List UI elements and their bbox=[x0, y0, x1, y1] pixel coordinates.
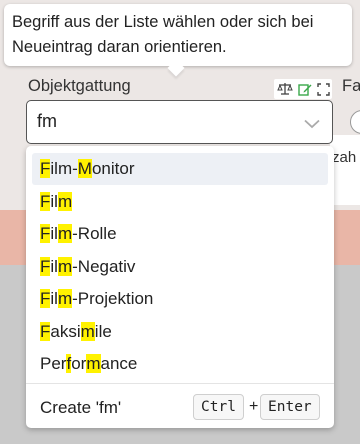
option-text: or bbox=[71, 354, 87, 373]
options-dropdown: Film-Monitor Film Film-Rolle Film-Negativ Fi… bbox=[26, 146, 334, 428]
dropdown-divider bbox=[26, 383, 334, 384]
kbd-ctrl: Ctrl bbox=[193, 394, 244, 420]
kbd-enter: Enter bbox=[260, 394, 320, 420]
option-text: ile bbox=[94, 321, 112, 341]
option-text: ilm- bbox=[50, 159, 78, 178]
field-label: Objektgattung bbox=[28, 77, 131, 95]
option-text: Per bbox=[40, 354, 67, 373]
option-item[interactable]: Film-Rolle bbox=[32, 218, 328, 250]
option-match-highlight: m bbox=[57, 191, 73, 211]
option-match-highlight: m bbox=[86, 354, 101, 373]
chevron-down-icon[interactable] bbox=[304, 116, 320, 134]
option-text: il bbox=[50, 224, 58, 243]
tooltip-text: Begriff aus der Liste wählen oder sich b… bbox=[12, 13, 314, 56]
option-text: -Rolle bbox=[72, 224, 117, 243]
option-item[interactable]: Faksimile bbox=[32, 316, 328, 348]
help-tooltip: Begriff aus der Liste wählen oder sich b… bbox=[4, 4, 352, 66]
option-item[interactable]: Film-Negativ bbox=[32, 251, 328, 283]
option-match-highlight: F bbox=[40, 191, 51, 211]
option-text: -Projektion bbox=[72, 289, 154, 308]
option-text: il bbox=[50, 191, 58, 211]
option-match-highlight: m bbox=[57, 224, 73, 243]
option-text: aksi bbox=[50, 321, 81, 341]
field-actions bbox=[274, 79, 332, 99]
option-item[interactable]: Film bbox=[32, 186, 328, 218]
option-match-highlight: m bbox=[57, 256, 73, 276]
objektgattung-select[interactable]: fm bbox=[26, 100, 333, 144]
edit-icon[interactable] bbox=[297, 82, 312, 96]
option-text: onitor bbox=[91, 159, 135, 178]
adjacent-field-label: Fa bbox=[342, 77, 360, 95]
option-match-highlight: m bbox=[57, 289, 73, 308]
kbd-plus: + bbox=[249, 398, 259, 415]
option-item[interactable]: Performance bbox=[32, 348, 328, 380]
option-text: -Negativ bbox=[72, 256, 136, 276]
option-match-highlight: F bbox=[40, 256, 51, 276]
option-text: il bbox=[50, 289, 58, 308]
option-match-highlight: F bbox=[40, 224, 51, 243]
adjacent-small-label: zah bbox=[332, 149, 357, 166]
create-option-label[interactable]: Create 'fm' bbox=[40, 398, 121, 418]
option-match-highlight: F bbox=[40, 159, 51, 178]
option-match-highlight: F bbox=[40, 321, 51, 341]
option-match-highlight: m bbox=[80, 321, 95, 341]
option-match-highlight: F bbox=[40, 289, 51, 308]
scale-icon[interactable] bbox=[276, 82, 293, 96]
option-item[interactable]: Film-Projektion bbox=[32, 283, 328, 315]
option-item[interactable]: Film-Monitor bbox=[32, 153, 328, 185]
option-text: il bbox=[50, 256, 58, 276]
option-text: ance bbox=[100, 354, 138, 373]
adjacent-panel bbox=[330, 135, 360, 205]
expand-icon[interactable] bbox=[316, 82, 330, 96]
select-input-value[interactable]: fm bbox=[37, 111, 57, 132]
option-match-highlight: M bbox=[77, 159, 92, 178]
